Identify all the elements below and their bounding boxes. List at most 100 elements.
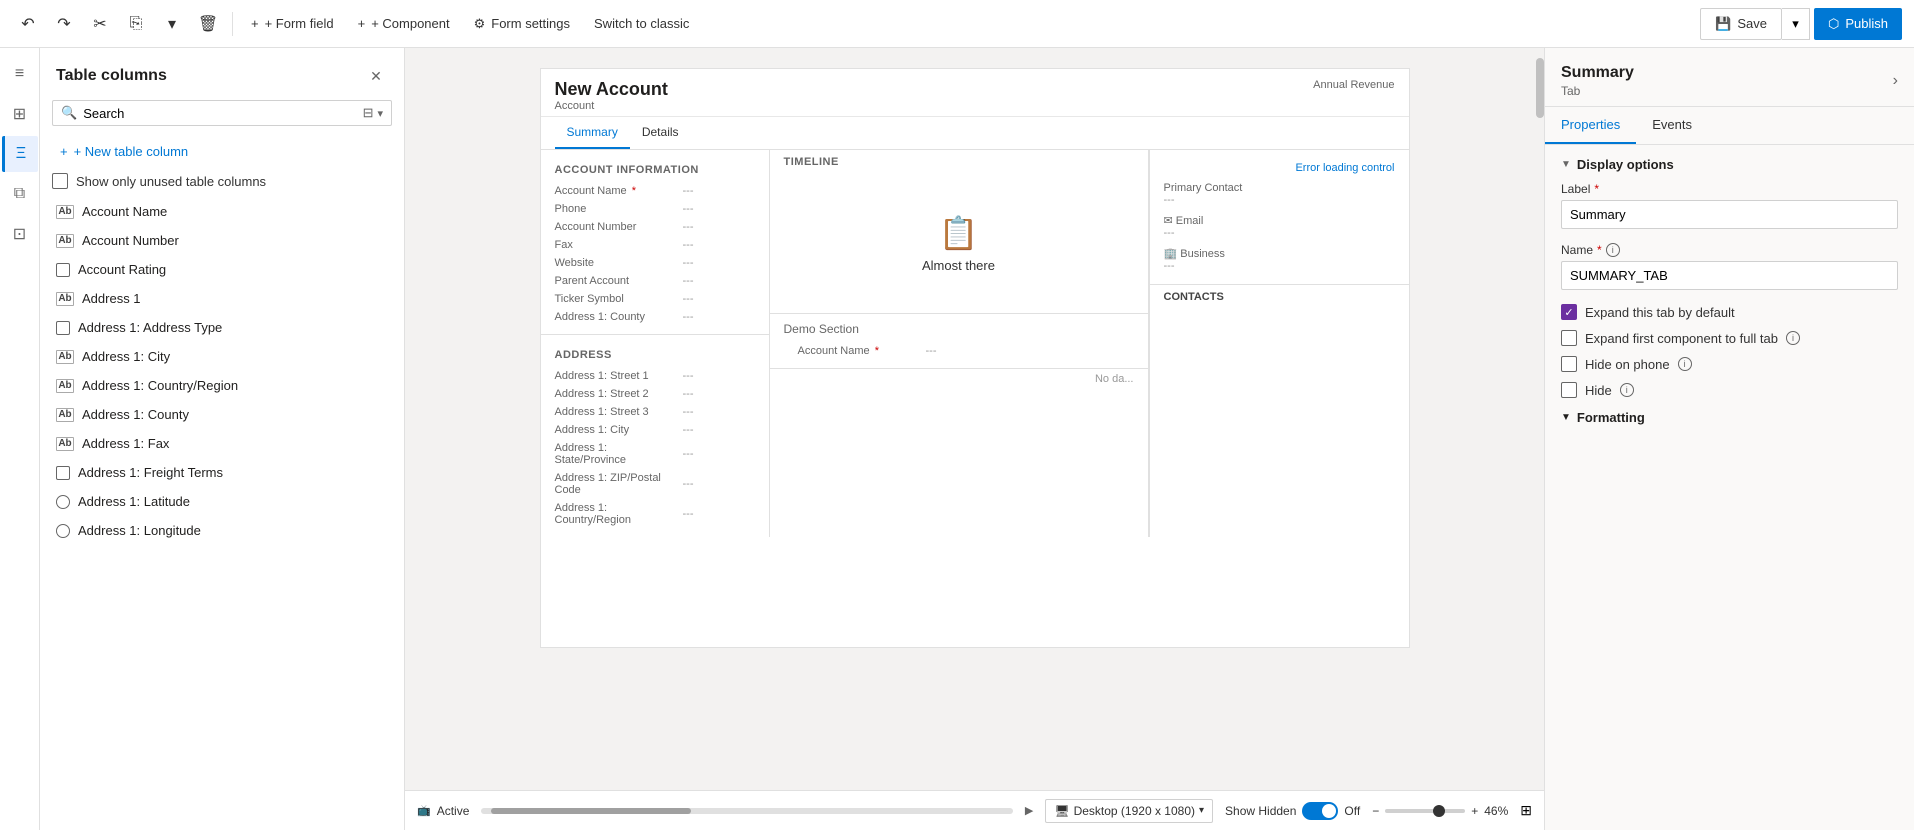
canvas-scroll: New Account Account Annual Revenue Summa… (405, 48, 1544, 790)
switch-classic-button[interactable]: Switch to classic (584, 8, 699, 40)
close-panel-button[interactable]: ✕ (364, 64, 388, 88)
delete-button[interactable]: 🗑 (192, 8, 224, 40)
side-nav-layers[interactable]: ⧉ (2, 176, 38, 212)
list-item[interactable]: Account Rating (48, 255, 396, 284)
error-loading-link[interactable]: Error loading control (1295, 162, 1394, 174)
undo-button[interactable]: ↶ (12, 8, 44, 40)
list-item[interactable]: Ab Account Number (48, 226, 396, 255)
active-icon: 📺 (417, 804, 431, 817)
filter-icon[interactable]: ⊟ (363, 105, 374, 121)
sort-chevron-icon[interactable]: ▾ (377, 107, 383, 120)
active-indicator: 📺 Active (417, 804, 469, 818)
show-unused-checkbox[interactable] (52, 173, 68, 189)
list-item[interactable]: Address 1: Longitude (48, 516, 396, 545)
show-unused-row[interactable]: Show only unused table columns (52, 173, 392, 189)
field-value-phone: --- (683, 203, 694, 215)
publish-button[interactable]: ⬡ Publish (1814, 8, 1902, 40)
hide-on-phone-info-icon[interactable]: i (1678, 357, 1692, 371)
form-settings-label: Form settings (491, 16, 570, 31)
zoom-in-icon[interactable]: + (1471, 804, 1478, 818)
field-row-fax: Fax --- (541, 236, 769, 254)
desktop-select[interactable]: 🖥 Desktop (1920 x 1080) ▾ (1045, 799, 1213, 823)
error-loading-row: Error loading control (1150, 158, 1409, 178)
list-item[interactable]: Ab Address 1: Fax (48, 429, 396, 458)
side-nav-hamburger[interactable]: ≡ (2, 56, 38, 92)
list-item[interactable]: Ab Address 1 (48, 284, 396, 313)
list-item[interactable]: Ab Address 1: Country/Region (48, 371, 396, 400)
plus-icon-2: + (358, 16, 366, 31)
toolbar: ↶ ↷ ✂ ⎘ ▾ 🗑 + + Form field + + Component… (0, 0, 1914, 48)
form-tab-details[interactable]: Details (630, 117, 691, 149)
list-item[interactable]: Address 1: Address Type (48, 313, 396, 342)
hide-info-icon[interactable]: i (1620, 383, 1634, 397)
show-unused-label: Show only unused table columns (76, 174, 266, 189)
name-required-star: * (1597, 243, 1602, 257)
timeline-message: Almost there (790, 258, 1128, 273)
component-button[interactable]: + + Component (348, 8, 460, 40)
label-input[interactable] (1561, 200, 1898, 229)
form-field-button[interactable]: + + Form field (241, 8, 344, 40)
list-item[interactable]: Address 1: Latitude (48, 487, 396, 516)
copy-button[interactable]: ⎘ (120, 8, 152, 40)
formatting-title: Formatting (1577, 410, 1645, 425)
side-nav-components[interactable]: ⊡ (2, 216, 38, 252)
side-nav-columns[interactable]: Ξ (2, 136, 38, 172)
redo-button[interactable]: ↷ (48, 8, 80, 40)
timeline-icon: 📋 (790, 214, 1128, 252)
display-options-title: Display options (1577, 157, 1674, 172)
display-options-header[interactable]: ▼ Display options (1561, 157, 1898, 172)
field-label-fax: Fax (555, 239, 675, 251)
expand-first-info-icon[interactable]: i (1786, 331, 1800, 345)
canvas-vscroll[interactable] (1536, 48, 1544, 790)
save-button[interactable]: 💾 Save (1700, 8, 1782, 40)
fit-screen-icon[interactable]: ⊞ (1520, 802, 1532, 819)
form-tab-summary[interactable]: Summary (555, 117, 630, 149)
save-dropdown-button[interactable]: ▾ (1782, 8, 1810, 40)
list-item[interactable]: Ab Address 1: City (48, 342, 396, 371)
publish-icon: ⬡ (1828, 16, 1839, 32)
field-value-fax: --- (683, 239, 694, 251)
text-column-icon: Ab (56, 205, 74, 219)
zoom-slider[interactable] (1385, 809, 1465, 813)
name-input[interactable] (1561, 261, 1898, 290)
tab-events[interactable]: Events (1636, 107, 1708, 144)
side-nav-grid[interactable]: ⊞ (2, 96, 38, 132)
field-value-parent-account: --- (683, 275, 694, 287)
name-info-icon[interactable]: i (1606, 243, 1620, 257)
formatting-header[interactable]: ▼ Formatting (1561, 410, 1898, 425)
expand-tab-checkbox[interactable]: ✓ (1561, 304, 1577, 320)
chevron-right-icon: ▼ (1561, 412, 1571, 423)
new-column-button[interactable]: + + New table column (52, 138, 392, 165)
cut-button[interactable]: ✂ (84, 8, 116, 40)
expand-tab-row: ✓ Expand this tab by default (1561, 304, 1898, 320)
chevron-down-icon: ▾ (1199, 805, 1204, 816)
desktop-label: Desktop (1920 x 1080) (1074, 804, 1195, 818)
hide-checkbox[interactable] (1561, 382, 1577, 398)
list-item[interactable]: Address 1: Freight Terms (48, 458, 396, 487)
column-name-longitude: Address 1: Longitude (78, 523, 201, 538)
list-item[interactable]: Ab Account Name (48, 197, 396, 226)
hide-on-phone-checkbox[interactable] (1561, 356, 1577, 372)
text-column-icon: Ab (56, 408, 74, 422)
form-title: New Account (555, 79, 668, 100)
form-subtitle: Account (555, 100, 668, 112)
expand-first-checkbox[interactable] (1561, 330, 1577, 346)
save-label: Save (1737, 16, 1767, 31)
field-row-parent-account: Parent Account --- (541, 272, 769, 290)
form-settings-button[interactable]: ⚙ Form settings (464, 8, 580, 40)
show-hidden-toggle[interactable] (1302, 802, 1338, 820)
right-panel-title-group: Summary Tab (1561, 64, 1634, 98)
zoom-out-icon[interactable]: − (1372, 804, 1379, 818)
monitor-icon: 🖥 (1054, 804, 1069, 818)
field-row-street1: Address 1: Street 1 --- (541, 367, 769, 385)
section-divider-1 (541, 334, 769, 335)
columns-panel-header: Table columns ✕ (40, 48, 404, 96)
search-input[interactable] (83, 106, 356, 121)
form-col-main: ACCOUNT INFORMATION Account Name * --- P… (541, 150, 769, 537)
tab-properties[interactable]: Properties (1545, 107, 1636, 144)
canvas-hscroll[interactable] (481, 808, 1012, 814)
right-panel-expand-icon[interactable]: › (1893, 72, 1898, 90)
history-dropdown-button[interactable]: ▾ (156, 8, 188, 40)
list-item[interactable]: Ab Address 1: County (48, 400, 396, 429)
scroll-right-arrow[interactable]: ▶ (1025, 804, 1033, 817)
